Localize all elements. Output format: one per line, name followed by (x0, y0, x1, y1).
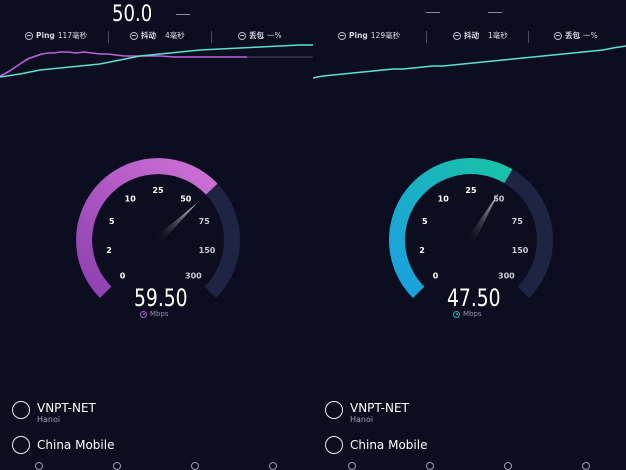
nav-dot[interactable] (504, 462, 512, 470)
upload-icon (140, 310, 147, 318)
gauge-fill (388, 158, 513, 298)
gauge-tick-label: 2 (106, 246, 112, 255)
jitter-stat: 抖动 1毫秒 (453, 30, 508, 41)
dash-placeholder (426, 12, 440, 13)
gauge-tick-label: 5 (109, 217, 115, 226)
gauge-tick-label: 150 (512, 246, 529, 255)
nav-dot[interactable] (582, 462, 590, 470)
gauge-tick-label: 5 (422, 217, 428, 226)
gauge-tick-label: 10 (125, 194, 137, 203)
network-name: China Mobile (350, 438, 428, 452)
globe-icon (12, 401, 30, 419)
nav-dot[interactable] (113, 462, 121, 470)
jitter-icon (453, 31, 461, 40)
speedtest-panel-left: 50.0 Ping 117毫秒 抖动 4毫秒 丢包 一% 0 2 5 10 25 50 75… (0, 0, 313, 470)
gauge-needle (155, 202, 198, 243)
network-name: China Mobile (37, 438, 115, 452)
nav-dot[interactable] (348, 462, 356, 470)
ping-stat: Ping 117毫秒 (25, 30, 87, 41)
ping-value: 129毫秒 (370, 31, 401, 40)
nav-dot[interactable] (35, 462, 43, 470)
gauge-tick-label: 300 (498, 271, 515, 280)
jitter-label: 抖动 (464, 31, 479, 40)
unit-label: Mbps (453, 310, 482, 318)
divider (211, 31, 212, 43)
ping-value: 117毫秒 (57, 31, 88, 40)
gauge-tick-label: 50 (180, 194, 192, 203)
jitter-icon (130, 31, 138, 40)
dash-placeholder (176, 14, 190, 15)
ping-label: Ping (36, 31, 55, 40)
nav-dot[interactable] (269, 462, 277, 470)
top-speed-value: 50.0 (112, 2, 153, 27)
unit-text: Mbps (150, 310, 169, 318)
divider (528, 31, 529, 43)
gauge-tick-label: 2 (419, 246, 425, 255)
globe-icon (325, 401, 343, 419)
wifi-icon (12, 436, 30, 454)
speed-graph (313, 45, 626, 79)
loss-stat: 丢包 一% (554, 30, 598, 41)
jitter-value: 4毫秒 (165, 31, 185, 40)
divider (426, 31, 427, 43)
nav-dot[interactable] (191, 462, 199, 470)
gauge-tick-label: 75 (199, 217, 211, 226)
unit-text: Mbps (463, 310, 482, 318)
gauge-tick-label: 75 (512, 217, 524, 226)
loss-value: 一% (267, 31, 282, 40)
isp-location: Hanoi (350, 415, 374, 424)
nav-dot[interactable] (426, 462, 434, 470)
gauge-tick-label: 0 (433, 271, 439, 280)
speed-readout: 47.50 (447, 284, 501, 312)
ping-stat: Ping 129毫秒 (338, 30, 400, 41)
gauge-tick-label: 25 (465, 186, 477, 195)
gauge-tick-label: 150 (199, 246, 216, 255)
isp-name: VNPT-NET (37, 401, 96, 415)
divider (108, 31, 109, 43)
wifi-icon (325, 436, 343, 454)
speedtest-panel-right: Ping 129毫秒 抖动 1毫秒 丢包 一% 0 2 5 10 25 50 75 150 30… (313, 0, 626, 470)
gauge-tick-label: 10 (438, 194, 450, 203)
isp-location: Hanoi (37, 415, 61, 424)
gauge-needle (467, 193, 499, 242)
loss-label: 丢包 (249, 31, 264, 40)
purple-trace (0, 51, 247, 77)
jitter-value: 1毫秒 (488, 31, 508, 40)
unit-label: Mbps (140, 310, 169, 318)
gauge-tick-label: 25 (152, 186, 164, 195)
jitter-stat: 抖动 4毫秒 (130, 30, 185, 41)
speed-readout: 59.50 (134, 284, 188, 312)
ping-icon (25, 31, 33, 40)
loss-icon (554, 31, 562, 40)
loss-label: 丢包 (565, 31, 580, 40)
loss-value: 一% (583, 31, 598, 40)
teal-trace (313, 45, 626, 79)
dash-placeholder (488, 12, 502, 13)
gauge-tick-label: 0 (120, 271, 126, 280)
ping-icon (338, 31, 346, 40)
upload-icon (453, 310, 460, 318)
speed-graph (0, 44, 313, 78)
teal-trace (0, 44, 313, 78)
loss-stat: 丢包 一% (238, 30, 282, 41)
loss-icon (238, 31, 246, 40)
ping-label: Ping (349, 31, 368, 40)
gauge-tick-label: 300 (185, 271, 202, 280)
isp-name: VNPT-NET (350, 401, 409, 415)
jitter-label: 抖动 (141, 31, 156, 40)
